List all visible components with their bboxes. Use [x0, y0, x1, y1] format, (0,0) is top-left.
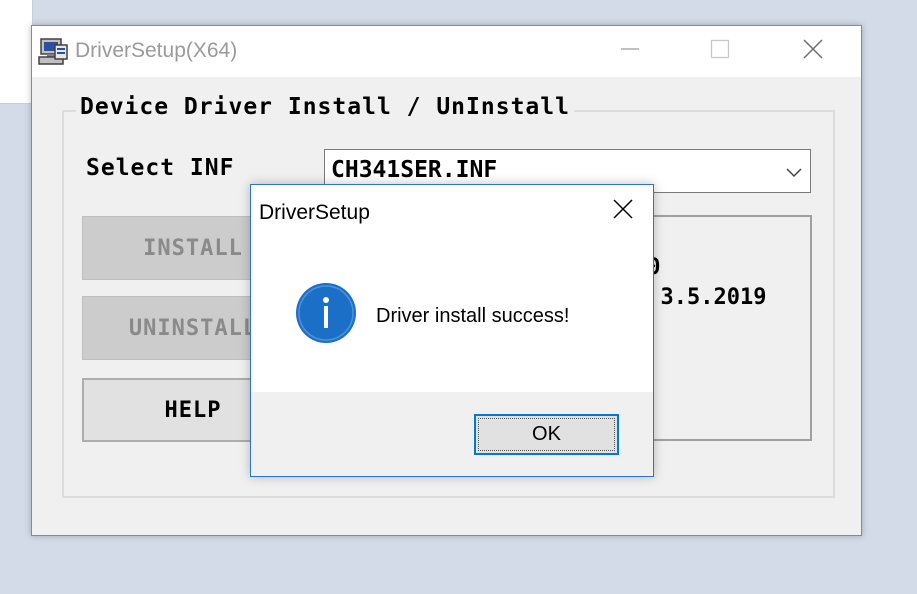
minimize-button[interactable] [607, 26, 653, 77]
chevron-down-icon[interactable] [784, 162, 804, 182]
maximize-icon [710, 39, 730, 64]
inf-select-value: CH341SER.INF [331, 157, 498, 183]
close-button[interactable] [790, 26, 836, 77]
info-icon [295, 282, 357, 344]
background-window [0, 0, 33, 104]
window-title: DriverSetup(X64) [75, 39, 238, 62]
minimize-icon [620, 39, 640, 64]
dialog-message: Driver install success! [376, 305, 570, 327]
dialog-close-button[interactable] [595, 185, 651, 237]
ok-button[interactable]: OK [474, 414, 619, 455]
app-setup-icon [38, 37, 70, 67]
close-icon [803, 39, 823, 64]
groupbox-label: Device Driver Install / UnInstall [76, 94, 574, 120]
select-inf-label: Select INF [86, 155, 235, 181]
dialog-title: DriverSetup [259, 201, 370, 224]
success-dialog: DriverSetup Driver install success! OK [250, 184, 654, 477]
close-icon [613, 198, 633, 224]
maximize-button[interactable] [697, 26, 743, 77]
title-bar[interactable]: DriverSetup(X64) [32, 26, 861, 77]
dialog-footer: OK [251, 392, 653, 476]
